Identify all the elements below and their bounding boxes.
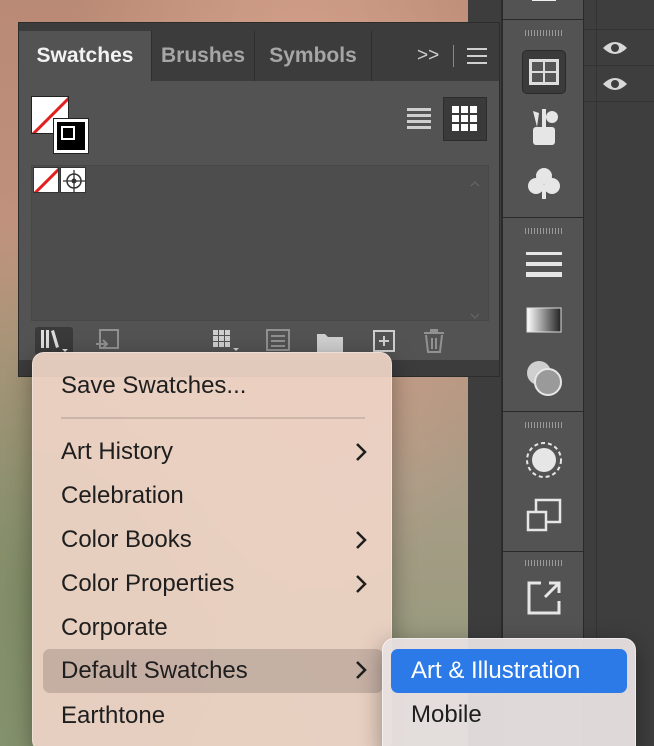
menu-separator [61, 417, 365, 419]
menu-item-corporate[interactable]: Corporate [43, 607, 383, 649]
panel-tab-bar: Swatches Brushes Symbols >> [19, 23, 499, 81]
menu-item-label: Art History [61, 438, 174, 465]
new-color-group-icon[interactable] [315, 327, 345, 355]
menu-item-label: Default Swatches [61, 657, 248, 684]
visibility-eye-icon[interactable] [602, 40, 628, 56]
transparency-panel-icon[interactable] [522, 356, 566, 400]
tab-swatches[interactable]: Swatches [19, 31, 151, 81]
panel-dock-strip [502, 0, 585, 746]
default-swatches-submenu: Art & Illustration Mobile [382, 638, 636, 746]
layers-panel [584, 0, 654, 746]
delete-swatch-icon[interactable] [419, 327, 449, 355]
dock-group-appearance [503, 412, 585, 552]
overflow-tabs-button[interactable]: >> [417, 45, 439, 67]
swatch-options-icon[interactable] [263, 327, 293, 355]
dock-group-swatches [503, 20, 585, 218]
dock-grip[interactable] [525, 422, 563, 428]
layer-row[interactable] [584, 0, 654, 30]
symbols-panel-icon[interactable] [522, 162, 566, 206]
menu-item-label: Save Swatches... [61, 372, 247, 399]
layers-divider [596, 0, 597, 746]
swatch-libraries-menu-icon[interactable] [35, 327, 73, 355]
dock-grip[interactable] [525, 228, 563, 234]
dock-group-top [503, 0, 585, 20]
hamburger-icon[interactable] [467, 47, 489, 65]
dock-grip[interactable] [525, 560, 563, 566]
show-swatch-kinds-icon[interactable] [209, 327, 239, 355]
menu-item-color-books[interactable]: Color Books [43, 519, 383, 561]
fill-stroke-indicator[interactable] [31, 96, 91, 156]
chevron-right-icon [356, 531, 367, 549]
export-icon[interactable] [522, 576, 566, 620]
swatch-grid [31, 165, 489, 321]
scroll-down-arrow[interactable] [470, 306, 480, 319]
menu-item-celebration[interactable]: Celebration [43, 475, 383, 517]
doc-icon[interactable] [522, 0, 566, 14]
swatch-library-menu: Save Swatches... Art History Celebration… [32, 352, 392, 746]
tab-symbols[interactable]: Symbols [255, 31, 371, 81]
chevron-right-icon [356, 443, 367, 461]
menu-divider [453, 45, 454, 67]
registration-swatch-icon[interactable] [60, 167, 86, 193]
stroke-panel-icon[interactable] [522, 242, 566, 286]
appearance-panel-icon[interactable] [522, 438, 566, 482]
menu-item-label: Corporate [61, 614, 168, 641]
submenu-item-label: Art & Illustration [411, 657, 581, 684]
menu-item-label: Color Books [61, 526, 192, 553]
scroll-up-arrow[interactable] [470, 174, 480, 187]
menu-item-save-swatches[interactable]: Save Swatches... [43, 365, 383, 407]
gradient-panel-icon[interactable] [522, 298, 566, 342]
submenu-item-label: Mobile [411, 701, 482, 728]
submenu-item-art-illustration[interactable]: Art & Illustration [391, 649, 627, 693]
new-swatch-icon[interactable] [369, 327, 399, 355]
thumbnail-view-icon[interactable] [443, 97, 487, 141]
swatches-panel: Swatches Brushes Symbols >> [18, 22, 500, 377]
brushes-panel-icon[interactable] [522, 106, 566, 150]
tab-divider [371, 31, 372, 81]
layer-row[interactable] [584, 66, 654, 102]
dock-grip[interactable] [525, 30, 563, 36]
layer-row[interactable] [584, 30, 654, 66]
none-swatch-icon[interactable] [33, 167, 59, 193]
list-view-icon[interactable] [397, 97, 441, 141]
chevron-right-icon [356, 575, 367, 593]
submenu-item-mobile[interactable]: Mobile [391, 693, 627, 737]
menu-item-art-history[interactable]: Art History [43, 431, 383, 473]
visibility-eye-icon[interactable] [602, 76, 628, 92]
menu-item-color-properties[interactable]: Color Properties [43, 563, 383, 605]
dock-group-stroke [503, 218, 585, 412]
tab-brushes[interactable]: Brushes [152, 31, 254, 81]
menu-item-earthtone[interactable]: Earthtone [43, 695, 383, 737]
stroke-black-icon[interactable] [53, 118, 89, 154]
menu-item-label: Celebration [61, 482, 184, 509]
chevron-right-icon [356, 661, 367, 679]
menu-item-label: Earthtone [61, 702, 166, 729]
place-swatches-icon[interactable] [93, 327, 123, 355]
swatches-panel-icon[interactable] [522, 50, 566, 94]
menu-item-label: Color Properties [61, 570, 235, 597]
menu-item-default-swatches[interactable]: Default Swatches [43, 649, 383, 693]
graphic-styles-panel-icon[interactable] [522, 494, 566, 538]
